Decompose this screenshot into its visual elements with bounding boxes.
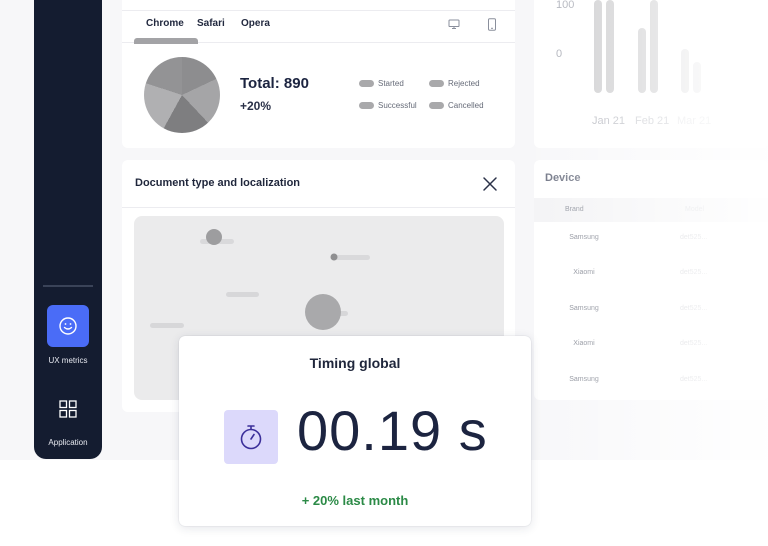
map-marker (206, 229, 222, 245)
legend-swatch (359, 80, 374, 87)
cell-model: det525... (680, 234, 708, 241)
active-tab-indicator (134, 38, 198, 44)
cell-model: det525... (680, 305, 708, 312)
column-model[interactable]: Model (685, 206, 704, 213)
bar (693, 62, 701, 93)
map-marker (305, 294, 341, 330)
cell-brand: Xiaomi (573, 340, 595, 347)
legend-swatch (429, 80, 444, 87)
x-tick-jan: Jan 21 (592, 115, 625, 127)
legend-successful: Successful (359, 101, 417, 110)
timer-icon-box (224, 410, 278, 464)
legend-swatch (429, 102, 444, 109)
device-table-card: Device Brand Model Samsung det525... Xia… (534, 160, 768, 400)
column-brand[interactable]: Brand (565, 206, 584, 213)
device-table-header: Brand Model (534, 198, 768, 222)
timing-change: + 20% last month (301, 493, 409, 508)
cell-brand: Samsung (569, 305, 599, 312)
desktop-icon[interactable] (448, 18, 460, 30)
sidebar-divider (43, 285, 93, 287)
tab-opera[interactable]: Opera (241, 18, 270, 29)
sidebar-item-label: UX metrics (48, 356, 88, 365)
timing-value: 00.19 s (297, 399, 488, 462)
bar (638, 28, 646, 93)
cell-brand: Samsung (569, 376, 599, 383)
legend-cancelled: Cancelled (429, 101, 484, 110)
map-marker (330, 253, 338, 261)
map-road (150, 323, 184, 328)
browser-tabs: Chrome Safari Opera (122, 10, 515, 44)
timing-global-card: Timing global 00.19 s + 20% last month (179, 336, 531, 526)
map-road (332, 255, 370, 260)
total-delta: +20% (240, 99, 272, 113)
x-tick-feb: Feb 21 (635, 115, 669, 127)
bar (650, 0, 658, 93)
tab-chrome[interactable]: Chrome (146, 18, 184, 29)
legend-label: Cancelled (448, 101, 484, 110)
ux-metrics-icon-box (47, 305, 89, 347)
legend-rejected: Rejected (429, 79, 480, 88)
legend-started: Started (359, 79, 404, 88)
grid-icon (59, 400, 77, 418)
sidebar-item-ux-metrics[interactable]: UX metrics (34, 305, 102, 365)
mobile-icon[interactable] (487, 18, 497, 31)
stopwatch-icon (240, 425, 262, 450)
map-card-title: Document type and localization (135, 177, 301, 189)
application-icon-box (47, 388, 89, 430)
sidebar-item-label: Application (48, 438, 88, 447)
bar (606, 0, 614, 93)
legend-label: Started (378, 79, 404, 88)
y-tick-0: 0 (556, 48, 562, 60)
cell-model: det525... (680, 376, 708, 383)
legend-label: Successful (378, 101, 417, 110)
cell-brand: Xiaomi (573, 269, 595, 276)
total-count: Total: 890 (240, 75, 309, 92)
timing-title: Timing global (309, 355, 401, 371)
map-road (226, 292, 259, 297)
sidebar-item-application[interactable]: Application (34, 388, 102, 447)
close-icon[interactable] (481, 175, 499, 193)
cell-brand: Samsung (569, 234, 599, 241)
x-tick-mar: Mar 21 (677, 115, 711, 127)
cell-model: det525... (680, 269, 708, 276)
browser-pie-chart (144, 57, 220, 133)
monthly-bar-chart: 100 0 Jan 21 Feb 21 Mar 21 (556, 0, 711, 127)
browser-stats-card: Chrome Safari Opera Total: 890 +20% Star… (122, 0, 515, 148)
sidebar: UX metrics Application (34, 0, 102, 459)
legend-label: Rejected (448, 79, 480, 88)
bar (594, 0, 602, 93)
bar (681, 49, 689, 93)
monthly-bar-chart-card: 100 0 Jan 21 Feb 21 Mar 21 (534, 0, 768, 148)
cell-model: det525... (680, 340, 708, 347)
smile-icon (59, 317, 77, 335)
y-tick-100: 100 (556, 0, 574, 11)
tab-safari[interactable]: Safari (197, 18, 225, 29)
legend-swatch (359, 102, 374, 109)
map-card-divider (122, 207, 515, 208)
device-card-title: Device (545, 172, 581, 184)
